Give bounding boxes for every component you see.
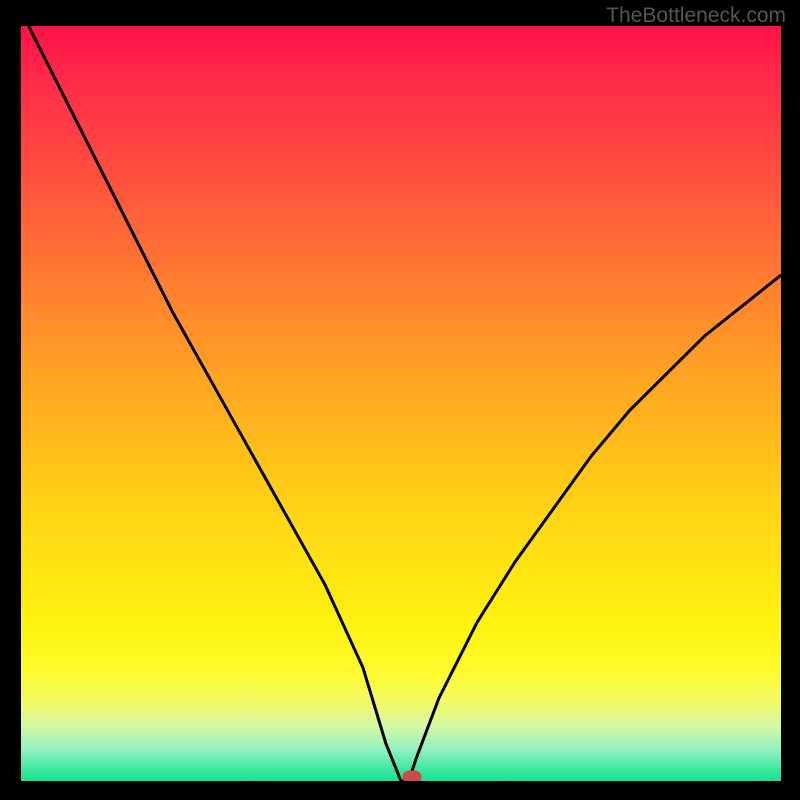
bottleneck-curve bbox=[21, 26, 781, 781]
plot-area bbox=[21, 26, 781, 781]
bottleneck-marker bbox=[403, 771, 422, 781]
watermark-text: TheBottleneck.com bbox=[606, 4, 786, 28]
